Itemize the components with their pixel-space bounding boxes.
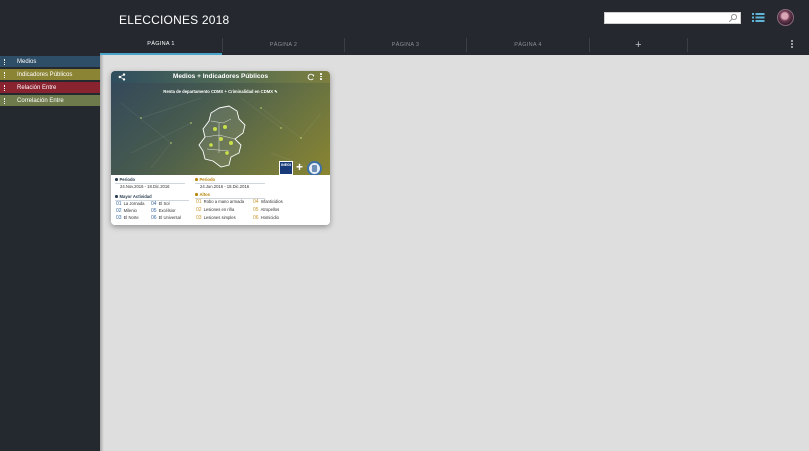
altos-label: Altos bbox=[195, 192, 210, 197]
tab-pagina-3[interactable]: PÁGINA 3 bbox=[345, 35, 466, 55]
drag-handle-icon[interactable] bbox=[0, 97, 9, 104]
tab-pagina-2[interactable]: PÁGINA 2 bbox=[223, 35, 344, 55]
sidebar-item-label: Indicadores Públicos bbox=[17, 71, 73, 78]
list-item: 05 Atropellos bbox=[253, 207, 280, 213]
tab-label: PÁGINA 4 bbox=[514, 42, 542, 48]
inegi-logo: INEGI bbox=[279, 161, 293, 175]
map-caption: Renta de departamento CDMX + Criminalida… bbox=[111, 89, 330, 94]
pencil-icon[interactable]: ✎ bbox=[274, 89, 278, 94]
list-item: 01 La Jornada bbox=[116, 201, 145, 207]
avatar[interactable] bbox=[777, 9, 794, 26]
tab-label: PÁGINA 2 bbox=[269, 42, 298, 48]
app-title: ELECCIONES 2018 bbox=[119, 13, 230, 27]
card-body: Periodo 24.Nov.2016 - 18.Dic.2016 Period… bbox=[111, 175, 330, 225]
periodo-value: 24.Nov.2016 - 18.Dic.2016 bbox=[120, 184, 170, 189]
card-header: Medios + Indicadores Públicos bbox=[111, 71, 330, 83]
tab-pagina-4[interactable]: PÁGINA 4 bbox=[467, 35, 589, 55]
list-item: 02 Milenio bbox=[116, 208, 137, 214]
card-kebab-icon[interactable] bbox=[320, 73, 323, 81]
tab-divider bbox=[687, 38, 688, 52]
search-input[interactable] bbox=[604, 12, 741, 24]
list-item: 04 Infanticidios bbox=[253, 199, 283, 205]
list-item: 04 El Sol bbox=[151, 201, 170, 207]
document-icon[interactable] bbox=[307, 161, 322, 175]
periodo-label: Periodo bbox=[115, 177, 135, 182]
sidebar-item-label: Relación Entre bbox=[17, 84, 57, 91]
list-item: 03 Lesiones simples bbox=[196, 215, 236, 221]
list-item: 03 El Norte bbox=[116, 215, 139, 221]
drag-handle-icon[interactable] bbox=[0, 84, 9, 91]
mayor-actividad-label: Mayor Actividad bbox=[115, 194, 152, 199]
sidebar-item-relacion-entre[interactable]: Relación Entre bbox=[0, 82, 100, 93]
sidebar-item-medios[interactable]: Medios bbox=[0, 56, 100, 67]
add-tab-button[interactable]: + bbox=[590, 35, 687, 55]
periodo-label-text: Periodo bbox=[199, 177, 216, 182]
drag-handle-icon[interactable] bbox=[0, 58, 9, 65]
periodo-label-text: Periodo bbox=[119, 177, 136, 182]
list-icon[interactable] bbox=[752, 12, 765, 23]
cdmx-map-outline bbox=[198, 105, 246, 168]
periodo-value: 24.Jun.2016 - 18.Dic.2016 bbox=[200, 184, 250, 189]
list-item: 05 Excélsior bbox=[151, 208, 176, 214]
periodo-label: Periodo bbox=[195, 177, 215, 182]
plus-icon: + bbox=[296, 160, 304, 174]
refresh-icon[interactable] bbox=[307, 73, 315, 81]
widget-card[interactable]: Medios + Indicadores Públicos Renta de d… bbox=[111, 71, 330, 225]
top-bar: ELECCIONES 2018 bbox=[0, 0, 809, 35]
sidebar-item-label: Correlación Entre bbox=[17, 97, 64, 104]
sidebar-item-correlacion-entre[interactable]: Correlación Entre bbox=[0, 95, 100, 106]
map-visual: Renta de departamento CDMX + Criminalida… bbox=[111, 83, 330, 175]
list-item: 06 Homicidio bbox=[253, 215, 279, 221]
sidebar-shadow bbox=[100, 55, 104, 451]
search-icon[interactable] bbox=[728, 13, 738, 23]
mayor-actividad-text: Mayor Actividad bbox=[119, 194, 152, 199]
tab-label: PÁGINA 3 bbox=[391, 42, 420, 48]
sidebar-header bbox=[0, 35, 100, 55]
sidebar-item-indicadores-publicos[interactable]: Indicadores Públicos bbox=[0, 69, 100, 80]
list-item: 06 El Universal bbox=[151, 215, 181, 221]
tab-label: PÁGINA 1 bbox=[147, 41, 175, 47]
kebab-icon[interactable] bbox=[791, 40, 794, 50]
plus-icon: + bbox=[635, 39, 642, 51]
list-item: 02 Lesiones en riña bbox=[196, 207, 235, 213]
tab-bar: PÁGINA 1 PÁGINA 2 PÁGINA 3 PÁGINA 4 + bbox=[100, 35, 809, 55]
altos-text: Altos bbox=[199, 192, 210, 197]
sidebar-item-label: Medios bbox=[17, 58, 37, 65]
list-item: 01 Robo a mano armada bbox=[196, 199, 245, 205]
sidebar: Medios Indicadores Públicos Relación Ent… bbox=[0, 35, 100, 451]
card-title: Medios + Indicadores Públicos bbox=[172, 73, 269, 80]
drag-handle-icon[interactable] bbox=[0, 71, 9, 78]
tab-pagina-1[interactable]: PÁGINA 1 bbox=[100, 35, 222, 55]
map-caption-text: Renta de departamento CDMX + Criminalida… bbox=[163, 89, 274, 94]
